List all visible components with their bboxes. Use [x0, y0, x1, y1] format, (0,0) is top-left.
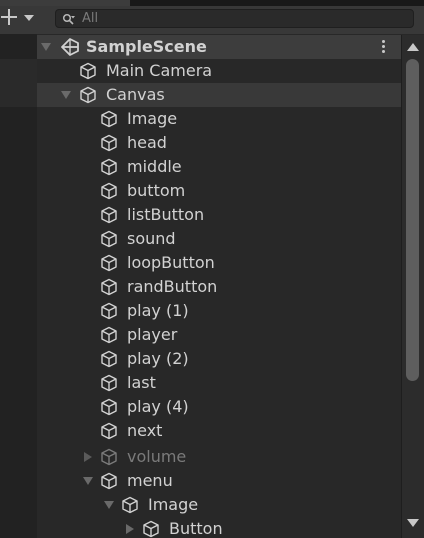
scroll-down-arrow-icon[interactable]	[406, 517, 420, 529]
hierarchy-item[interactable]: next	[37, 419, 401, 443]
hierarchy-item[interactable]: play (2)	[37, 347, 401, 371]
hierarchy-item[interactable]: listButton	[37, 203, 401, 227]
hierarchy-item[interactable]: middle	[37, 155, 401, 179]
item-label: play (2)	[127, 349, 189, 368]
item-label: head	[127, 133, 167, 152]
item-label: buttom	[127, 181, 186, 200]
item-label: listButton	[127, 205, 205, 224]
hierarchy-item-menu-button[interactable]: Button	[37, 517, 401, 538]
cube-icon	[101, 302, 117, 320]
scroll-up-arrow-icon[interactable]	[406, 41, 420, 53]
hierarchy-panel: SampleScene Main Camera Canvas Image hea…	[0, 0, 424, 538]
hierarchy-item[interactable]: buttom	[37, 179, 401, 203]
scroll-thumb[interactable]	[406, 59, 419, 381]
item-label: randButton	[127, 277, 218, 296]
item-label: middle	[127, 157, 182, 176]
hierarchy-item[interactable]: sound	[37, 227, 401, 251]
left-gutter	[0, 34, 37, 538]
scene-header-row[interactable]: SampleScene	[37, 35, 401, 59]
hierarchy-item[interactable]: Image	[37, 107, 401, 131]
item-label: Main Camera	[106, 61, 213, 80]
triangle-right-icon[interactable]	[81, 445, 95, 469]
cube-icon	[101, 206, 117, 224]
cube-icon	[101, 350, 117, 368]
hierarchy-item[interactable]: player	[37, 323, 401, 347]
hierarchy-item[interactable]: head	[37, 131, 401, 155]
unity-scene-icon	[61, 38, 79, 56]
hierarchy-item[interactable]: play (4)	[37, 395, 401, 419]
item-label: last	[127, 373, 156, 392]
cube-icon	[101, 110, 117, 128]
cube-icon	[101, 422, 117, 440]
cube-icon	[80, 62, 96, 80]
hierarchy-item[interactable]: last	[37, 371, 401, 395]
item-label: player	[127, 325, 178, 344]
search-icon	[62, 13, 75, 25]
item-label: next	[127, 421, 163, 440]
cube-icon	[101, 374, 117, 392]
hierarchy-item[interactable]: play (1)	[37, 299, 401, 323]
cube-icon	[143, 520, 159, 538]
triangle-down-icon[interactable]	[39, 35, 53, 59]
hierarchy-item-main-camera[interactable]: Main Camera	[37, 59, 401, 83]
search-field[interactable]	[55, 9, 414, 28]
item-label: Image	[127, 109, 178, 128]
triangle-down-icon[interactable]	[81, 469, 95, 493]
hierarchy-item-volume[interactable]: volume	[37, 445, 401, 469]
scene-name: SampleScene	[86, 37, 207, 56]
item-label: play (4)	[127, 397, 189, 416]
hierarchy-item[interactable]: randButton	[37, 275, 401, 299]
cube-icon	[101, 472, 117, 490]
item-label: play (1)	[127, 301, 189, 320]
triangle-down-icon[interactable]	[59, 83, 73, 107]
cube-icon	[101, 448, 117, 466]
item-label: Button	[169, 519, 223, 538]
item-label: Image	[148, 495, 199, 514]
hierarchy-item-menu-image[interactable]: Image	[37, 493, 401, 517]
cube-icon	[101, 398, 117, 416]
cube-icon	[101, 230, 117, 248]
hierarchy-item[interactable]: loopButton	[37, 251, 401, 275]
hierarchy-item-menu[interactable]: menu	[37, 469, 401, 493]
cube-icon	[101, 278, 117, 296]
item-label: sound	[127, 229, 176, 248]
cube-icon	[101, 158, 117, 176]
cube-icon	[101, 182, 117, 200]
cube-icon	[101, 134, 117, 152]
kebab-menu-icon[interactable]	[375, 38, 391, 56]
hierarchy-item-canvas[interactable]: Canvas	[37, 83, 401, 107]
item-label: menu	[127, 471, 173, 490]
item-label: loopButton	[127, 253, 215, 272]
cube-icon	[80, 86, 96, 104]
chevron-down-icon	[24, 15, 34, 21]
cube-icon	[101, 254, 117, 272]
cube-icon	[101, 326, 117, 344]
create-button[interactable]	[0, 8, 40, 30]
cube-icon	[122, 496, 138, 514]
plus-icon	[1, 9, 34, 25]
vertical-scrollbar[interactable]	[401, 35, 424, 538]
item-label: Canvas	[106, 85, 165, 104]
hierarchy-toolbar	[0, 6, 424, 34]
search-input[interactable]	[82, 10, 402, 27]
triangle-right-icon[interactable]	[123, 517, 137, 538]
triangle-down-icon[interactable]	[102, 493, 116, 517]
item-label: volume	[127, 447, 187, 466]
